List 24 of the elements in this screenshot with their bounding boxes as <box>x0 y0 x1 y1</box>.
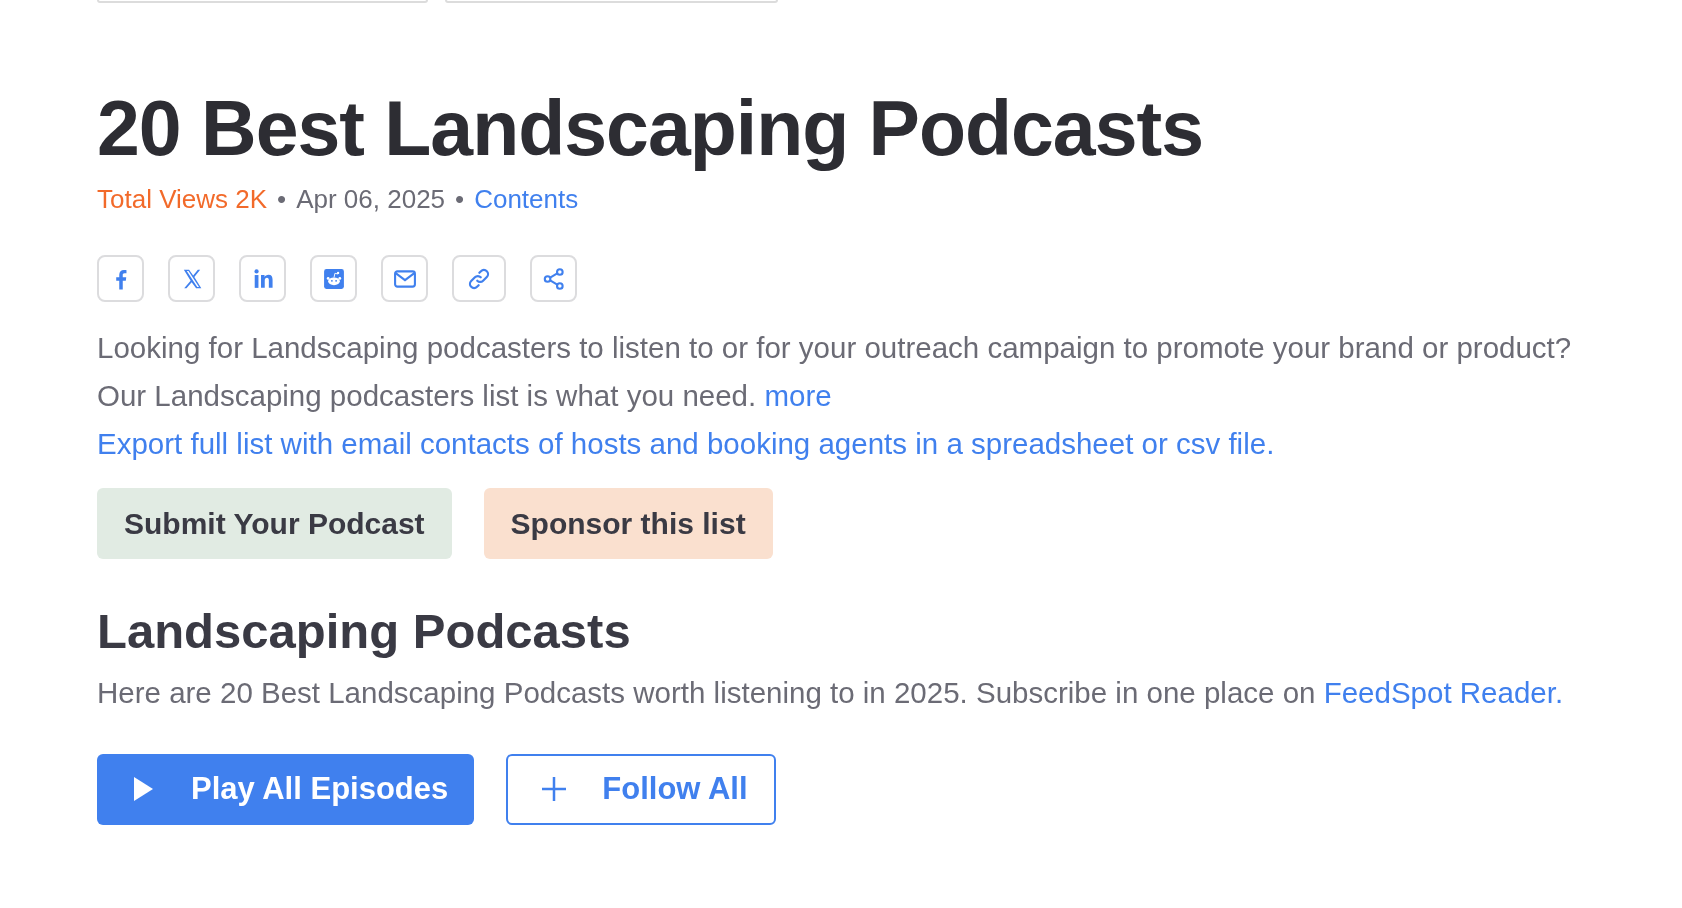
section-text: Here are 20 Best Landscaping Podcasts worth listening to in 2025. Subscribe in one place on FeedSpot Reader. <box>97 674 1565 711</box>
separator-dot: • <box>455 183 465 215</box>
share-button[interactable] <box>381 255 428 302</box>
share-button[interactable] <box>239 255 286 302</box>
share-button[interactable] <box>310 255 357 302</box>
more-link[interactable]: more <box>764 379 832 412</box>
total-views: Total Views 2K <box>97 183 268 215</box>
play-icon <box>131 775 155 804</box>
publish-date: Apr 06, 2025 <box>296 183 446 215</box>
follow-all-button[interactable]: Follow All <box>506 753 776 825</box>
export-link[interactable]: Export full list with email contacts of hosts and booking agents in a spreadsheet or csv file. <box>97 420 1275 468</box>
submit-podcast-button[interactable]: Submit Your Podcast <box>97 488 452 559</box>
contents-link[interactable]: Contents <box>474 183 579 215</box>
separator-dot: • <box>277 183 287 215</box>
share-button[interactable] <box>97 255 144 302</box>
share-button[interactable] <box>530 255 577 302</box>
plus-icon <box>542 775 567 804</box>
sponsor-button[interactable]: Sponsor this list <box>483 488 773 559</box>
description: Looking for Landscaping podcasters to listen to or for your outreach campaign to promote your brand or product? Our Landscaping podcasters list is what you need. more <box>97 330 1573 414</box>
share-button[interactable] <box>168 255 215 302</box>
share-button[interactable] <box>452 255 506 302</box>
reader-link[interactable]: FeedSpot Reader. <box>1323 675 1564 709</box>
play-all-button[interactable]: Play All Episodes <box>97 753 475 825</box>
section-heading: Landscaping Podcasts <box>97 605 632 659</box>
